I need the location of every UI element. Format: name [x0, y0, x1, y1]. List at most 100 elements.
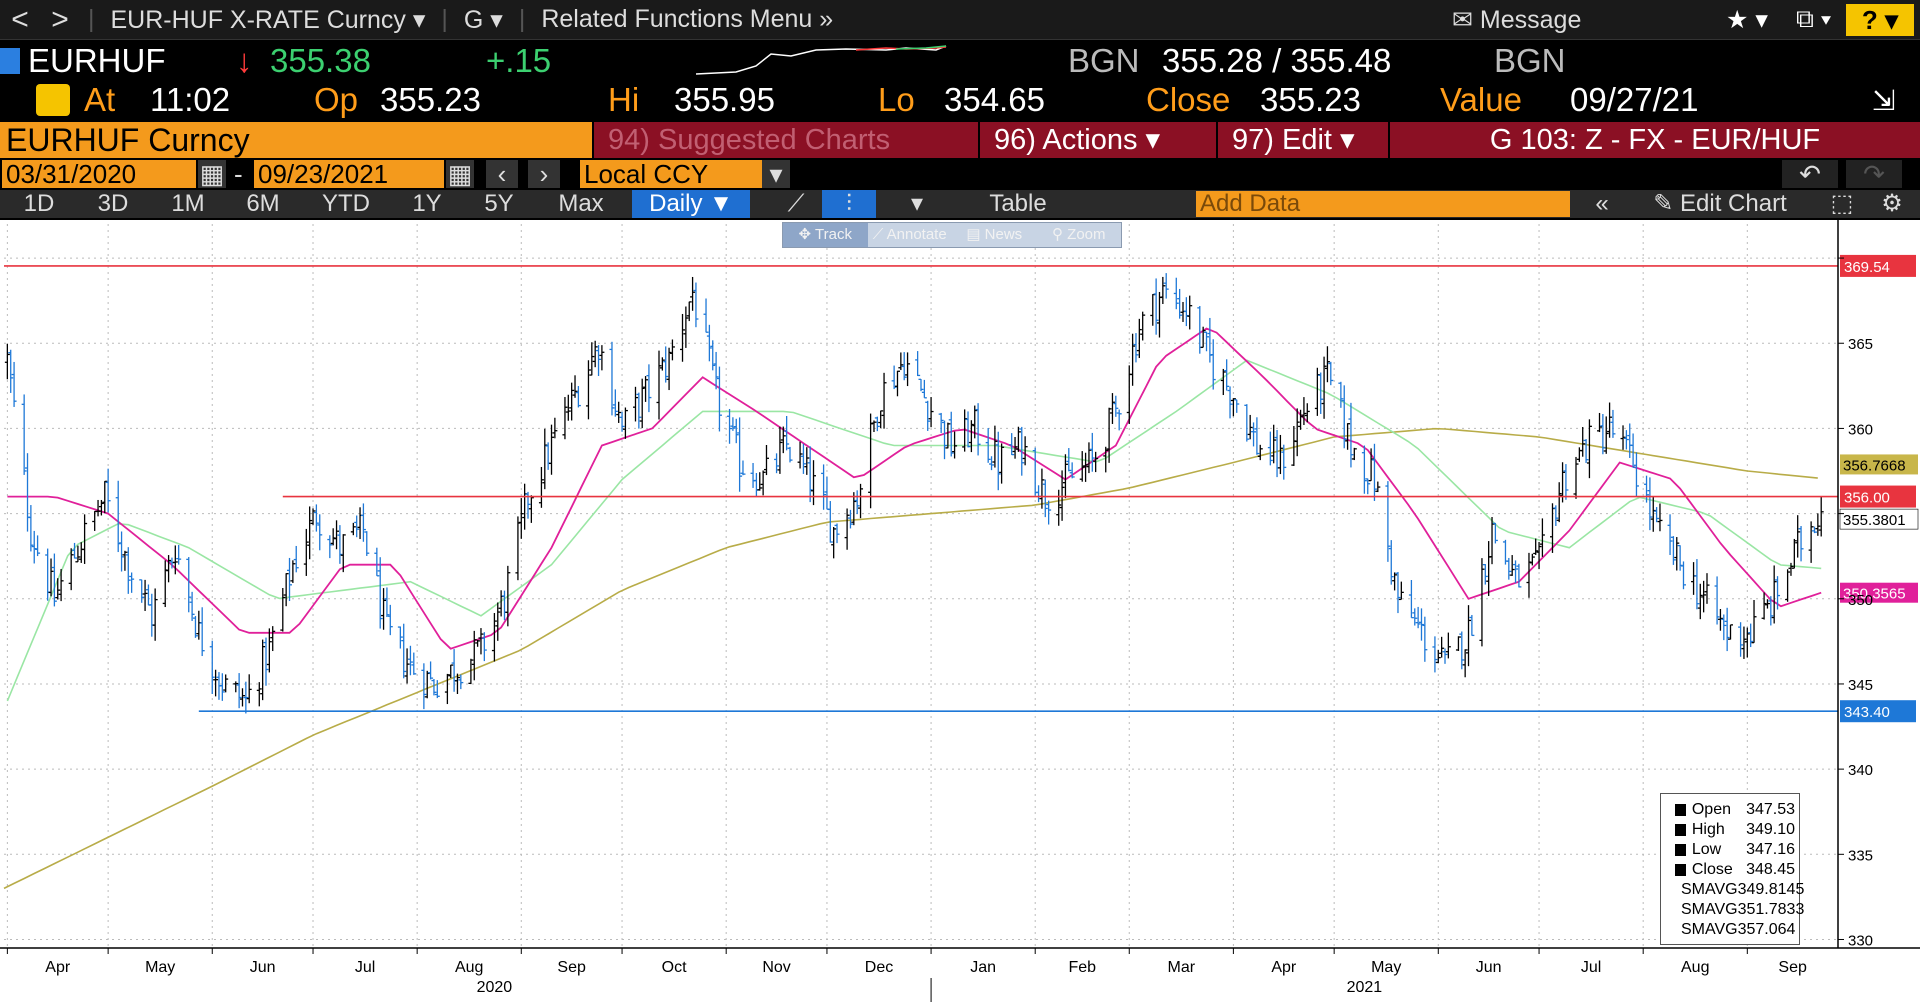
envelope-icon: ✉	[1452, 5, 1473, 34]
x-tick-label: Apr	[45, 959, 71, 976]
next-period-button[interactable]: ›	[528, 160, 560, 188]
add-data-input[interactable]: Add Data	[1196, 191, 1570, 217]
zoom-label: Zoom	[1067, 226, 1106, 243]
legend-label: SMAVG	[1681, 881, 1738, 898]
legend-label: SMAVG	[1681, 921, 1738, 938]
zoom-tool[interactable]: ⚲ Zoom	[1037, 223, 1122, 247]
popout-icon[interactable]: ⇲	[1872, 84, 1895, 117]
table-button[interactable]: Table	[956, 190, 1080, 218]
y-tick-label: 335	[1848, 847, 1873, 864]
frequency-label: Daily	[649, 190, 703, 217]
actions-menu[interactable]: 96) Actions ▾	[980, 122, 1216, 158]
period-1m[interactable]: 1M	[148, 190, 228, 218]
line-chart-icon[interactable]: ⟋	[774, 190, 818, 218]
calendar-icon[interactable]: ▦	[198, 160, 226, 188]
security-dropdown[interactable]: EUR-HUF X-RATE Curncy ▾	[103, 5, 434, 35]
last-value-label: 356.7668	[1843, 457, 1906, 474]
suggested-charts-button[interactable]: 94) Suggested Charts	[594, 122, 978, 158]
message-button[interactable]: ✉ Message	[1452, 5, 1581, 35]
legend-value: 347.16	[1746, 841, 1795, 858]
edit-menu[interactable]: 97) Edit ▾	[1218, 122, 1388, 158]
top-toolbar: < > | EUR-HUF X-RATE Curncy ▾ | G ▾ | Re…	[0, 0, 1920, 40]
period-1y[interactable]: 1Y	[394, 190, 460, 218]
calendar-icon[interactable]: ▦	[446, 160, 474, 188]
legend-entry: SMAVG 357.064	[1675, 920, 1795, 940]
star-icon: ★	[1726, 5, 1749, 34]
date-range-bar: 03/31/2020 ▦ - 09/23/2021 ▦ ‹ › Local CC…	[0, 159, 1920, 189]
window-icon: ⧉	[1796, 5, 1814, 33]
legend-swatch	[1675, 864, 1686, 876]
legend-entry: SMAVG 351.7833	[1675, 900, 1804, 920]
value-date: 09/27/21	[1570, 81, 1699, 118]
x-tick-label: Jun	[250, 959, 276, 976]
close-label: Close	[1146, 81, 1231, 118]
period-3d[interactable]: 3D	[78, 190, 148, 218]
collapse-icon[interactable]: «	[1582, 190, 1622, 218]
last-value-label: 355.3801	[1843, 512, 1906, 529]
chevron-down-icon[interactable]: ▾	[890, 190, 944, 218]
x-tick-label: Dec	[865, 959, 893, 976]
legend-value: 349.8145	[1737, 881, 1805, 898]
chevron-down-icon[interactable]: ▾	[762, 160, 790, 188]
legend-label: High	[1691, 821, 1725, 838]
price-tag-label: 356.00	[1844, 490, 1890, 507]
currency-select[interactable]: Local CCY	[580, 160, 762, 188]
period-ytd[interactable]: YTD	[298, 190, 394, 218]
frequency-dropdown[interactable]: Daily ▼	[632, 190, 750, 218]
window-button[interactable]: ⧉ ▾	[1796, 5, 1831, 34]
forward-button[interactable]: >	[40, 3, 80, 37]
security-flag-icon	[0, 48, 20, 74]
track-tool[interactable]: ✥ Track	[783, 223, 868, 247]
back-button[interactable]: <	[0, 3, 40, 37]
last-price: 355.38	[270, 42, 371, 79]
annotate-tool[interactable]: ⟋ Annotate	[868, 223, 953, 247]
edit-chart-button[interactable]: ✎ Edit Chart	[1630, 190, 1810, 218]
legend-label: SMAVG	[1681, 901, 1738, 918]
y-tick-label: 340	[1848, 762, 1873, 779]
ask-source: BGN	[1494, 42, 1566, 79]
x-tick-label: Jan	[970, 959, 996, 976]
function-dropdown[interactable]: G ▾	[456, 5, 511, 35]
redo-icon[interactable]: ↷	[1846, 160, 1902, 188]
help-button[interactable]: ? ▾	[1846, 4, 1914, 36]
price-change: +.15	[486, 42, 552, 79]
legend-entry: Open 347.53	[1675, 800, 1795, 820]
help-label: ?	[1861, 5, 1878, 35]
period-1d[interactable]: 1D	[0, 190, 78, 218]
chart-background	[0, 220, 1920, 1002]
clock-icon	[36, 84, 70, 116]
x-tick-label: May	[145, 959, 175, 976]
x-tick-label: Nov	[762, 959, 790, 976]
undo-icon[interactable]: ↶	[1782, 160, 1838, 188]
x-tick-label: Aug	[1681, 959, 1709, 976]
annotate-label: Annotate	[886, 226, 947, 243]
news-tool[interactable]: ▤ News	[952, 223, 1037, 247]
period-6m[interactable]: 6M	[228, 190, 298, 218]
value-label: Value	[1440, 81, 1522, 118]
open-value: 355.23	[380, 81, 481, 118]
price-chart[interactable]: 369.54356.00343.40356.7668355.3801350.35…	[0, 220, 1920, 1002]
x-tick-label: Oct	[662, 959, 687, 976]
legend-value: 351.7833	[1737, 901, 1805, 918]
low-value: 354.65	[944, 81, 1045, 118]
period-5y[interactable]: 5Y	[460, 190, 538, 218]
security-title: EURHUF Curncy	[0, 122, 592, 158]
favorites-button[interactable]: ★ ▾	[1726, 5, 1768, 35]
divider: |	[441, 5, 448, 33]
period-max[interactable]: Max	[538, 190, 624, 218]
news-label: News	[984, 226, 1023, 243]
edit-chart-label: Edit Chart	[1680, 190, 1787, 217]
start-date-input[interactable]: 03/31/2020	[2, 160, 196, 188]
quote-line: At 11:02 Op 355.23 Hi 355.95 Lo 354.65 C…	[0, 80, 1920, 120]
prev-period-button[interactable]: ‹	[486, 160, 518, 188]
gear-icon[interactable]: ⚙	[1872, 190, 1912, 218]
x-tick-label: Jun	[1476, 959, 1502, 976]
related-functions-menu[interactable]: Related Functions Menu »	[533, 5, 841, 34]
y-tick-label: 365	[1848, 336, 1873, 353]
bid-ask: 355.28 / 355.48	[1162, 42, 1392, 79]
chart-options-icon[interactable]: ⬚	[1822, 190, 1862, 218]
candlestick-icon[interactable]: ⫶	[822, 190, 876, 218]
y-tick-label: 330	[1848, 932, 1873, 949]
low-label: Lo	[878, 81, 915, 118]
end-date-input[interactable]: 09/23/2021	[254, 160, 444, 188]
